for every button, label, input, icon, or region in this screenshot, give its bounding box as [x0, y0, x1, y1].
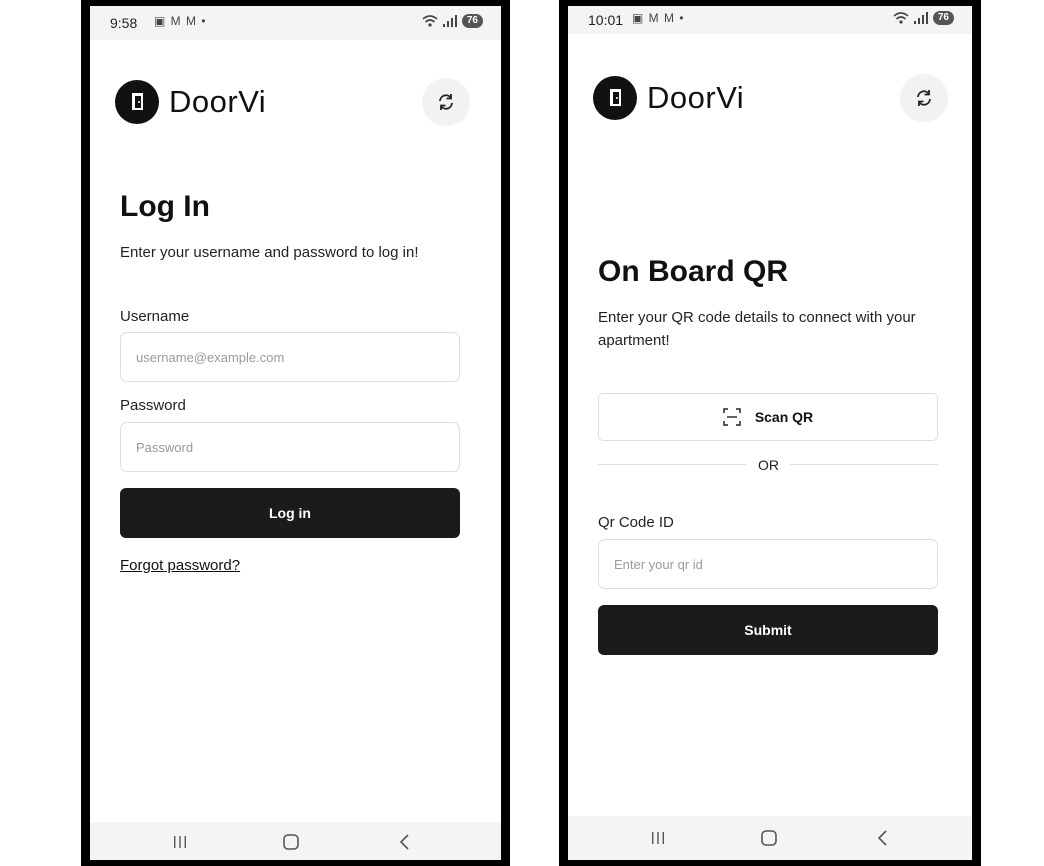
door-logo-icon — [593, 76, 637, 120]
page-subtitle: Enter your QR code details to connect wi… — [598, 309, 916, 349]
submit-button[interactable]: Submit — [598, 605, 938, 655]
app-logo: DoorVi — [593, 76, 744, 120]
back-icon — [399, 834, 409, 850]
scan-qr-label: Scan QR — [754, 409, 814, 425]
status-time: 10:01 — [588, 12, 624, 28]
battery-indicator: 76 — [461, 14, 483, 28]
notification-icons: ▣ M M • — [154, 14, 207, 28]
login-screen: 9:58 ▣ M M • 76 DoorVi Log In Enter your… — [90, 6, 501, 860]
logo-text: DoorVi — [169, 84, 267, 119]
signal-icon — [442, 15, 457, 27]
username-label: Username — [120, 308, 190, 325]
door-logo-icon — [115, 80, 159, 124]
recents-icon — [174, 836, 186, 848]
wifi-icon — [422, 15, 438, 27]
status-right-group: 76 — [893, 11, 954, 25]
phone-frame-login: 9:58 ▣ M M • 76 DoorVi Log In Enter your… — [81, 0, 510, 866]
recents-button[interactable] — [648, 828, 668, 848]
home-icon — [283, 834, 299, 850]
refresh-icon — [917, 90, 931, 106]
battery-indicator: 76 — [932, 11, 954, 25]
refresh-button[interactable] — [900, 74, 948, 122]
status-bar: 10:01 ▣ M M • 76 — [568, 6, 972, 34]
refresh-button[interactable] — [422, 78, 470, 126]
qr-code-input[interactable] — [598, 539, 938, 589]
recents-icon — [652, 832, 664, 844]
phone-frame-onboard: 10:01 ▣ M M • 76 DoorVi On Board QR Ente… — [559, 0, 981, 866]
navigation-bar — [90, 822, 501, 860]
home-icon — [761, 830, 777, 846]
scan-qr-icon — [723, 408, 741, 426]
page-title: Log In — [120, 190, 210, 223]
username-input[interactable] — [120, 332, 460, 382]
status-bar: 9:58 ▣ M M • 76 — [90, 6, 501, 40]
navigation-bar — [568, 816, 972, 860]
divider-left — [598, 464, 746, 465]
page-subtitle: Enter your username and password to log … — [120, 244, 419, 261]
notification-icons: ▣ M M • — [632, 11, 685, 25]
password-input[interactable] — [120, 422, 460, 472]
status-time: 9:58 — [110, 15, 138, 31]
home-button[interactable] — [758, 828, 780, 848]
or-separator: OR — [758, 457, 779, 473]
status-right-group: 76 — [422, 14, 483, 28]
back-button[interactable] — [396, 832, 412, 852]
refresh-icon — [439, 94, 453, 110]
home-button[interactable] — [280, 832, 302, 852]
back-icon — [877, 830, 887, 846]
app-logo: DoorVi — [115, 80, 266, 124]
password-label: Password — [120, 397, 186, 414]
wifi-icon — [893, 12, 909, 24]
scan-qr-button[interactable]: Scan QR — [598, 393, 938, 441]
page-title: On Board QR — [598, 255, 789, 288]
onboard-qr-screen: 10:01 ▣ M M • 76 DoorVi On Board QR Ente… — [568, 6, 972, 860]
recents-button[interactable] — [170, 832, 190, 852]
forgot-password-link[interactable]: Forgot password? — [120, 557, 240, 574]
logo-text: DoorVi — [647, 80, 745, 115]
back-button[interactable] — [874, 828, 890, 848]
signal-icon — [913, 12, 928, 24]
login-button[interactable]: Log in — [120, 488, 460, 538]
qr-code-label: Qr Code ID — [598, 514, 674, 531]
divider-right — [790, 464, 938, 465]
